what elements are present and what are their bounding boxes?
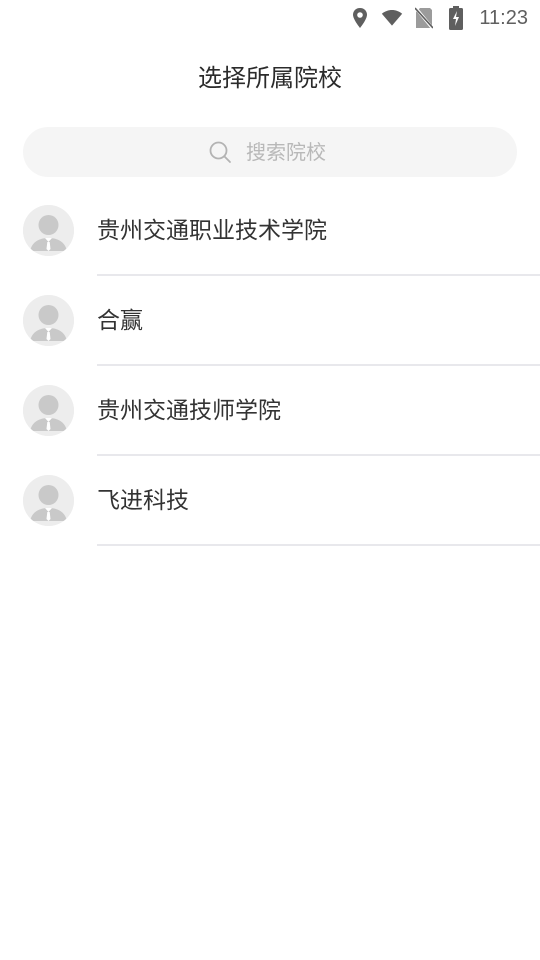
school-list-item[interactable]: 合赢 — [0, 276, 540, 366]
avatar — [23, 295, 74, 346]
school-list-item[interactable]: 飞进科技 — [0, 456, 540, 546]
battery-charging-icon — [445, 6, 467, 30]
school-list: 贵州交通职业技术学院 合赢 贵州交通技师学院 飞进科技 — [0, 186, 540, 546]
school-list-item[interactable]: 贵州交通职业技术学院 — [0, 186, 540, 276]
school-list-item[interactable]: 贵州交通技师学院 — [0, 366, 540, 456]
search-bar[interactable] — [23, 127, 517, 177]
location-icon — [349, 7, 371, 29]
page-title: 选择所属院校 — [198, 64, 342, 92]
school-name: 贵州交通职业技术学院 — [97, 218, 327, 244]
no-sim-icon — [413, 7, 435, 29]
search-icon — [208, 140, 232, 164]
avatar — [23, 205, 74, 256]
school-select-screen: 11:23 选择所属院校 贵州交通职业技术学院 — [0, 0, 540, 960]
school-name: 合赢 — [97, 308, 143, 334]
divider — [97, 544, 540, 546]
wifi-icon — [381, 7, 403, 29]
search-input[interactable] — [244, 139, 332, 165]
avatar — [23, 475, 74, 526]
school-name: 贵州交通技师学院 — [97, 398, 281, 424]
avatar — [23, 385, 74, 436]
status-time: 11:23 — [479, 6, 528, 29]
school-name: 飞进科技 — [97, 488, 189, 514]
status-bar: 11:23 — [0, 0, 540, 36]
